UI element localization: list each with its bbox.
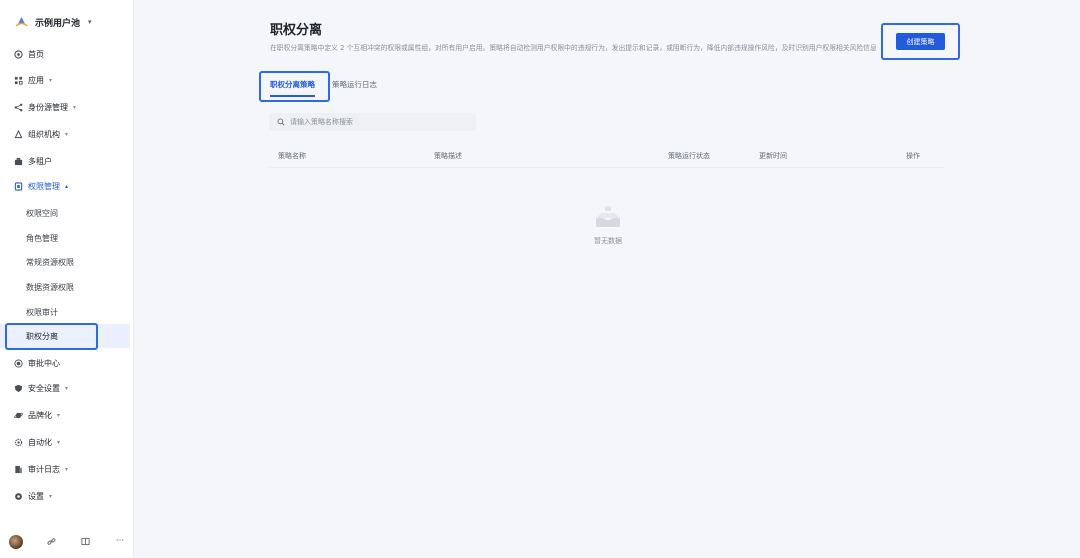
more-icon[interactable]: ··· — [115, 536, 125, 546]
sidebar-item-organization[interactable]: 组织机构 ▾ — [0, 122, 132, 146]
chevron-down-icon: ▾ — [65, 130, 69, 138]
home-icon — [13, 49, 23, 59]
org-tree-icon — [13, 129, 23, 139]
main-content: 职权分离 在职权分离策略中定义 2 个互相冲突的权限或属性组，对所有用户启用。策… — [134, 0, 1080, 558]
column-header-updated-time: 更新时间 — [759, 152, 787, 160]
chevron-down-icon: ▾ — [88, 18, 92, 26]
sidebar-item-label: 审计日志 — [28, 464, 60, 474]
sidebar-subitem-label: 权限审计 — [26, 307, 58, 317]
apps-grid-icon — [13, 75, 23, 85]
tenant-icon — [13, 156, 23, 166]
gear-icon — [13, 491, 23, 501]
sidebar-item-label: 安全设置 — [28, 383, 60, 393]
search-input[interactable] — [290, 118, 470, 126]
tab-policy-run-log[interactable]: 策略运行日志 — [332, 77, 377, 97]
empty-state: 暂无数据 — [586, 205, 630, 246]
sidebar-item-label: 首页 — [28, 49, 44, 59]
sidebar-item-label: 自动化 — [28, 437, 52, 447]
sidebar-item-settings[interactable]: 设置 ▾ — [0, 484, 132, 508]
sidebar-item-audit-log[interactable]: 审计日志 ▾ — [0, 457, 132, 481]
sidebar-item-identity-sources[interactable]: 身份源管理 ▾ — [0, 95, 132, 119]
sidebar-item-home[interactable]: 首页 — [0, 42, 132, 66]
column-header-actions: 操作 — [906, 152, 920, 160]
permission-shield-icon — [13, 181, 23, 191]
approval-icon — [13, 358, 23, 368]
log-document-icon — [13, 464, 23, 474]
sidebar-subitem-label: 职权分离 — [26, 331, 58, 341]
sidebar: 示例用户池 ▾ 首页 应用 ▾ 身份源管理 ▾ 组织机构 ▾ 多租户 权限管理 … — [0, 0, 134, 558]
sidebar-item-apps[interactable]: 应用 ▾ — [0, 68, 132, 92]
column-header-policy-status: 策略运行状态 — [668, 152, 710, 160]
chevron-down-icon: ▾ — [65, 384, 69, 392]
sidebar-item-automation[interactable]: 自动化 ▾ — [0, 430, 132, 454]
share-nodes-icon — [13, 102, 23, 112]
brand-logo-icon — [15, 17, 28, 27]
search-icon — [277, 118, 285, 126]
chevron-down-icon: ▾ — [57, 438, 61, 446]
column-header-policy-name: 策略名称 — [278, 152, 306, 160]
sidebar-item-branding[interactable]: 品牌化 ▾ — [0, 403, 132, 427]
create-policy-button[interactable]: 创建策略 — [896, 33, 945, 50]
tab-bar: 职权分离策略 策略运行日志 — [270, 77, 394, 97]
sidebar-item-label: 组织机构 — [28, 129, 60, 139]
sidebar-subitem-data-resource-permission[interactable]: 数据资源权限 — [0, 275, 130, 299]
sidebar-item-security[interactable]: 安全设置 ▾ — [0, 376, 132, 400]
sidebar-footer: ··· — [0, 528, 134, 558]
sidebar-subitem-label: 权限空间 — [26, 208, 58, 218]
book-icon[interactable] — [80, 536, 90, 546]
chevron-up-icon: ▴ — [65, 182, 69, 190]
avatar[interactable] — [9, 535, 23, 549]
sidebar-item-label: 多租户 — [28, 156, 52, 166]
chevron-down-icon: ▾ — [49, 492, 53, 500]
user-pool-switcher[interactable]: 示例用户池 ▾ — [14, 14, 92, 30]
sidebar-item-approval-center[interactable]: 审批中心 — [0, 351, 132, 375]
empty-state-text: 暂无数据 — [594, 237, 622, 245]
user-pool-name: 示例用户池 — [35, 18, 81, 29]
empty-box-icon — [596, 206, 620, 227]
sidebar-item-label: 审批中心 — [28, 358, 60, 368]
chevron-down-icon: ▾ — [49, 76, 53, 84]
shield-icon — [13, 383, 23, 393]
page-title: 职权分离 — [270, 23, 323, 38]
sidebar-item-label: 身份源管理 — [28, 102, 68, 112]
sidebar-subitem-role-management[interactable]: 角色管理 — [0, 226, 130, 250]
sidebar-subitem-label: 角色管理 — [26, 233, 58, 243]
tab-sod-policies[interactable]: 职权分离策略 — [270, 77, 315, 97]
link-icon[interactable] — [46, 536, 56, 546]
sidebar-subitem-permission-audit[interactable]: 权限审计 — [0, 300, 130, 324]
page-description: 在职权分离策略中定义 2 个互相冲突的权限或属性组，对所有用户启用。策略将自动检… — [270, 44, 877, 52]
sidebar-item-label: 设置 — [28, 491, 44, 501]
sidebar-item-permissions[interactable]: 权限管理 ▴ — [0, 174, 132, 198]
chevron-down-icon: ▾ — [65, 465, 69, 473]
sidebar-item-tenants[interactable]: 多租户 — [0, 149, 132, 173]
sidebar-subitem-separation-of-duties[interactable]: 职权分离 — [0, 324, 130, 348]
sidebar-item-label: 权限管理 — [28, 181, 60, 191]
policy-search — [269, 113, 476, 131]
sidebar-item-label: 品牌化 — [28, 410, 52, 420]
column-header-policy-description: 策略描述 — [434, 152, 462, 160]
sidebar-subitem-label: 常规资源权限 — [26, 257, 74, 267]
chevron-down-icon: ▾ — [73, 103, 77, 111]
sidebar-subitem-general-resource-permission[interactable]: 常规资源权限 — [0, 250, 130, 274]
sidebar-subitem-label: 数据资源权限 — [26, 282, 74, 292]
automation-gear-icon — [13, 437, 23, 447]
table-header: 策略名称 策略描述 策略运行状态 更新时间 操作 — [269, 146, 945, 168]
sidebar-subitem-permission-space[interactable]: 权限空间 — [0, 201, 130, 225]
planet-icon — [13, 410, 23, 420]
chevron-down-icon: ▾ — [57, 411, 61, 419]
sidebar-item-label: 应用 — [28, 75, 44, 85]
